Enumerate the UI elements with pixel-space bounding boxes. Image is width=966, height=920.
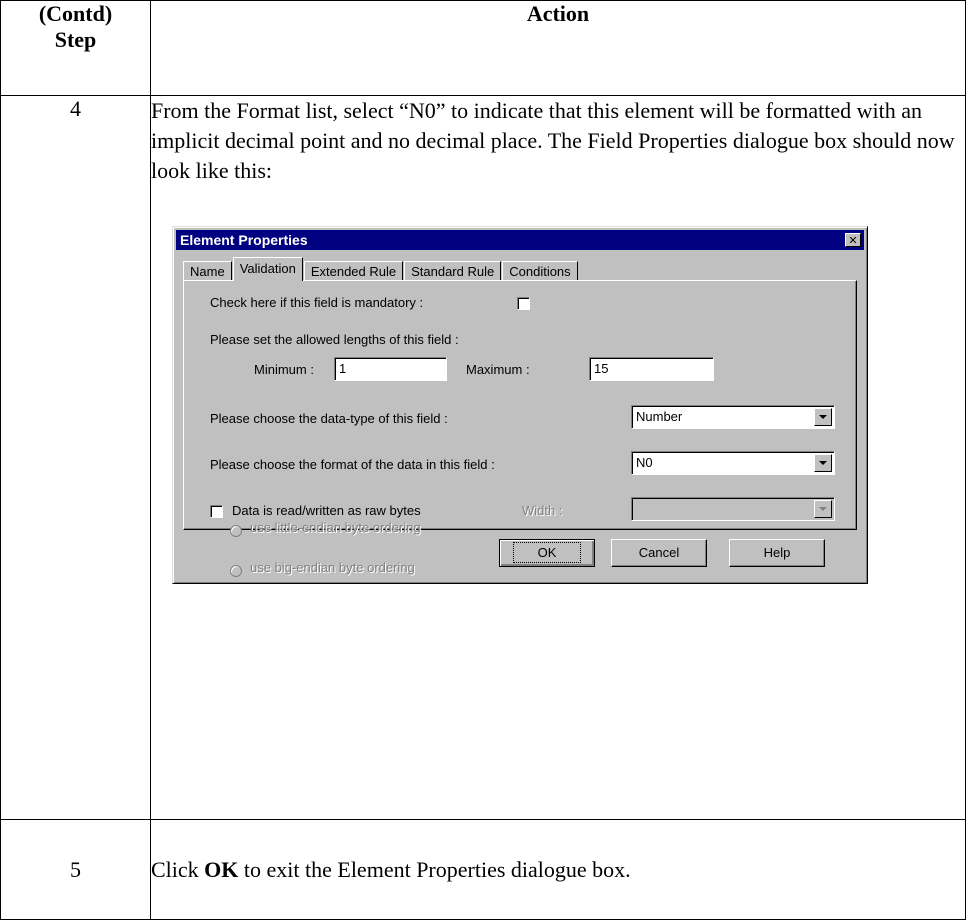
width-select	[631, 497, 835, 521]
step-description: Click OK to exit the Element Properties …	[150, 819, 966, 920]
raw-bytes-checkbox[interactable]	[210, 505, 223, 518]
step-5-text-after: to exit the Element Properties dialogue …	[238, 856, 631, 882]
cancel-button[interactable]: Cancel	[611, 539, 707, 567]
mandatory-checkbox[interactable]	[517, 297, 530, 310]
raw-bytes-label: Data is read/written as raw bytes	[232, 503, 421, 518]
chevron-down-icon[interactable]	[814, 454, 832, 472]
step-5-ok-bold: OK	[204, 856, 239, 882]
format-value: N0	[636, 455, 653, 470]
step-number: 5	[0, 819, 151, 920]
big-endian-label: use big-endian byte ordering	[250, 560, 415, 575]
maximum-input[interactable]: 15	[589, 357, 714, 381]
ok-button[interactable]: OK	[499, 539, 595, 567]
help-button[interactable]: Help	[729, 539, 825, 567]
tab-strip: Name Validation Extended Rule Standard R…	[183, 257, 579, 281]
format-label: Please choose the format of the data in …	[210, 457, 495, 472]
step-5-text-before: Click	[151, 856, 205, 882]
minimum-label: Minimum :	[254, 362, 314, 377]
action-column-header: Action	[150, 0, 966, 96]
datatype-label: Please choose the data-type of this fiel…	[210, 411, 448, 426]
tab-validation[interactable]: Validation	[232, 257, 303, 281]
lengths-label: Please set the allowed lengths of this f…	[210, 332, 459, 347]
validation-panel: Check here if this field is mandatory : …	[183, 280, 857, 530]
little-endian-radio	[230, 525, 242, 537]
ok-button-label: OK	[512, 542, 582, 563]
chevron-down-icon	[814, 500, 832, 518]
step-header-line1: (Contd)	[38, 1, 113, 26]
dialog-titlebar: Element Properties ✕	[176, 230, 864, 250]
chevron-down-icon[interactable]	[814, 408, 832, 426]
datatype-value: Number	[636, 409, 683, 424]
close-icon[interactable]: ✕	[845, 233, 861, 247]
format-select[interactable]: N0	[631, 451, 835, 475]
minimum-input[interactable]: 1	[334, 357, 447, 381]
tab-extended-rule[interactable]: Extended Rule	[303, 261, 404, 281]
mandatory-label: Check here if this field is mandatory :	[210, 295, 424, 310]
step-number: 4	[0, 95, 151, 820]
tab-standard-rule[interactable]: Standard Rule	[404, 261, 502, 281]
tab-conditions[interactable]: Conditions	[502, 261, 578, 281]
dialog-title: Element Properties	[180, 232, 308, 248]
big-endian-radio	[230, 565, 242, 577]
maximum-label: Maximum :	[466, 362, 530, 377]
step-header-line2: Step	[54, 27, 97, 52]
little-endian-label: use little-endian byte ordering	[250, 520, 421, 535]
tab-name[interactable]: Name	[183, 261, 232, 281]
step-4-text: From the Format list, select “N0” to ind…	[151, 98, 955, 183]
step-column-header: (Contd) Step	[0, 0, 151, 96]
width-label: Width :	[522, 503, 563, 518]
datatype-select[interactable]: Number	[631, 405, 835, 429]
